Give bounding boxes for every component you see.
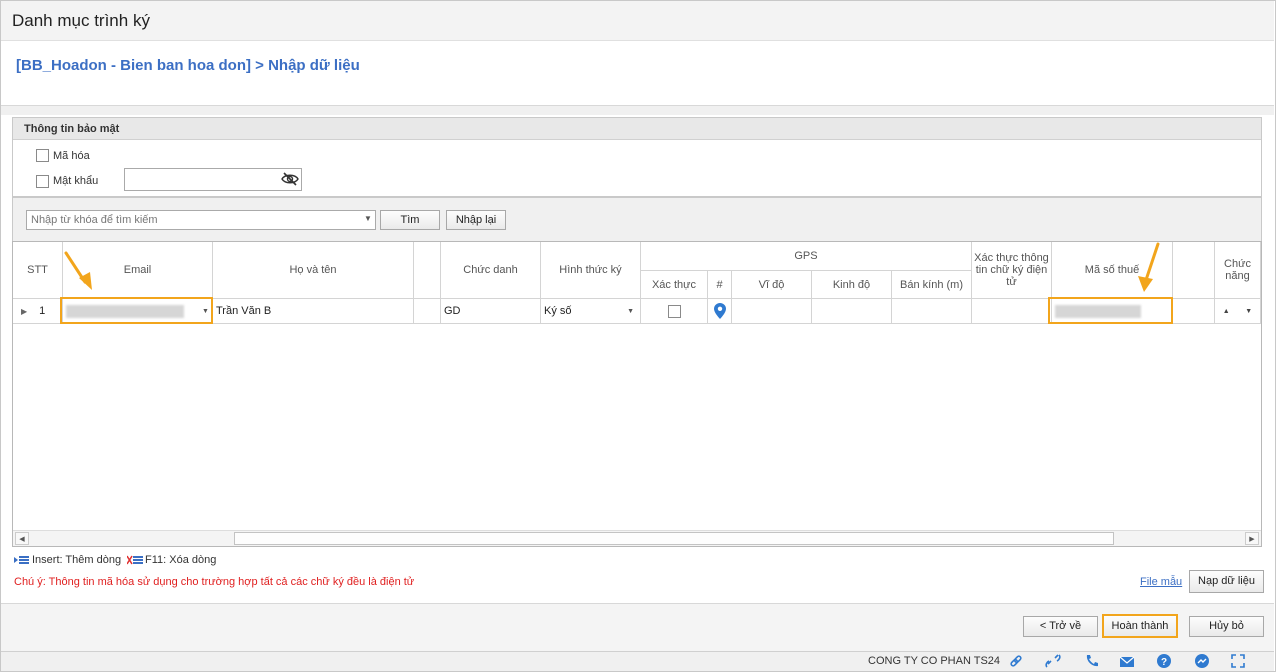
col-name[interactable]: Họ và tên — [213, 242, 414, 299]
finish-button[interactable]: Hoàn thành — [1102, 614, 1178, 638]
svg-text:?: ? — [1161, 657, 1167, 668]
func-cell[interactable]: ▲ ▼ — [1215, 299, 1261, 324]
insert-tip-text: Insert: Thêm dòng — [32, 554, 122, 566]
tax-code-highlight — [1048, 297, 1173, 324]
scroll-right-icon[interactable]: ▶ — [1245, 532, 1259, 545]
delete-tip: F11: Xóa dòng — [127, 554, 216, 566]
window-title: Danh mục trình ký — [12, 11, 150, 30]
lng-cell[interactable] — [812, 299, 892, 324]
phone-icon[interactable] — [1084, 653, 1100, 669]
chevron-down-icon[interactable]: ▼ — [627, 308, 634, 315]
col-gps: GPS — [641, 242, 972, 271]
location-cell[interactable] — [708, 299, 732, 324]
arrow-pointer-icon — [1138, 242, 1160, 292]
esign-verify-cell[interactable] — [972, 299, 1052, 324]
name-cell[interactable]: Trần Văn B — [213, 299, 414, 324]
arrow-pointer-icon — [64, 251, 92, 290]
scroll-left-icon[interactable]: ◀ — [15, 532, 29, 545]
chevron-down-icon[interactable]: ▼ — [364, 214, 372, 223]
blank-cell-2 — [1173, 299, 1215, 324]
encrypt-label: Mã hóa — [53, 150, 90, 162]
find-button[interactable]: Tìm — [380, 210, 440, 230]
unlink-icon[interactable] — [1045, 653, 1061, 669]
col-hash[interactable]: # — [708, 271, 732, 299]
row-stt: 1 — [39, 305, 46, 317]
move-down-icon[interactable]: ▼ — [1245, 308, 1252, 315]
messenger-icon[interactable] — [1194, 653, 1210, 669]
email-highlight — [60, 297, 213, 324]
row-arrow-icon: ▶ — [21, 306, 28, 316]
mail-icon[interactable] — [1119, 653, 1135, 669]
company-name: CONG TY CO PHAN TS24 — [868, 655, 1001, 667]
col-func[interactable]: Chức năng — [1215, 242, 1261, 299]
link-icon[interactable] — [1008, 653, 1024, 669]
title-bar — [1, 1, 1274, 41]
location-pin-icon[interactable] — [713, 303, 726, 319]
import-button[interactable]: Nạp dữ liệu — [1189, 570, 1264, 593]
radius-cell[interactable] — [892, 299, 972, 324]
delete-tip-text: F11: Xóa dòng — [145, 554, 217, 566]
row-indicator: ▶ 1 — [13, 299, 63, 324]
insert-tip: Insert: Thêm dòng — [14, 554, 121, 566]
title-cell[interactable]: GD — [441, 299, 541, 324]
reset-button[interactable]: Nhập lại — [446, 210, 506, 230]
sign-type-value: Ký số — [544, 305, 572, 317]
breadcrumb: [BB_Hoadon - Bien ban hoa don] > Nhập dữ… — [16, 57, 360, 74]
col-lng[interactable]: Kinh độ — [812, 271, 892, 299]
col-lat[interactable]: Vĩ độ — [732, 271, 812, 299]
password-input[interactable] — [124, 168, 302, 191]
sign-type-cell[interactable]: Ký số ▼ — [541, 299, 641, 324]
col-blank-2 — [1173, 242, 1215, 299]
sample-file-link[interactable]: File mẫu — [1140, 576, 1182, 588]
col-stt[interactable]: STT — [13, 242, 63, 299]
eye-slash-icon[interactable] — [281, 171, 299, 187]
encrypt-checkbox[interactable] — [36, 149, 49, 162]
encryption-note: Chú ý: Thông tin mã hóa sử dụng cho trườ… — [14, 576, 415, 588]
scroll-thumb[interactable] — [234, 532, 1114, 545]
insert-row-icon — [14, 556, 29, 564]
lat-cell[interactable] — [732, 299, 812, 324]
help-icon[interactable]: ? — [1156, 653, 1172, 669]
search-input[interactable]: Nhập từ khóa để tìm kiếm — [26, 210, 376, 230]
back-button[interactable]: < Trở về — [1023, 616, 1098, 637]
blank-cell — [414, 299, 441, 324]
col-blank — [414, 242, 441, 299]
col-radius[interactable]: Bán kính (m) — [892, 271, 972, 299]
password-label: Mật khẩu — [53, 175, 99, 187]
verify-checkbox[interactable] — [667, 304, 681, 318]
security-header — [13, 118, 1261, 140]
col-verify[interactable]: Xác thực — [641, 271, 708, 299]
col-esign-verify[interactable]: Xác thực thông tin chữ ký điện tử — [972, 242, 1052, 299]
col-title[interactable]: Chức danh — [441, 242, 541, 299]
delete-row-icon — [127, 555, 143, 565]
security-title: Thông tin bảo mật — [24, 123, 120, 135]
col-sign-type[interactable]: Hình thức ký — [541, 242, 641, 299]
verify-cell[interactable] — [641, 299, 708, 324]
cancel-button[interactable]: Hủy bỏ — [1189, 616, 1264, 637]
password-checkbox[interactable] — [36, 175, 49, 188]
section-divider — [1, 105, 1274, 115]
fullscreen-icon[interactable] — [1230, 653, 1246, 669]
move-up-icon[interactable]: ▲ — [1223, 308, 1230, 315]
